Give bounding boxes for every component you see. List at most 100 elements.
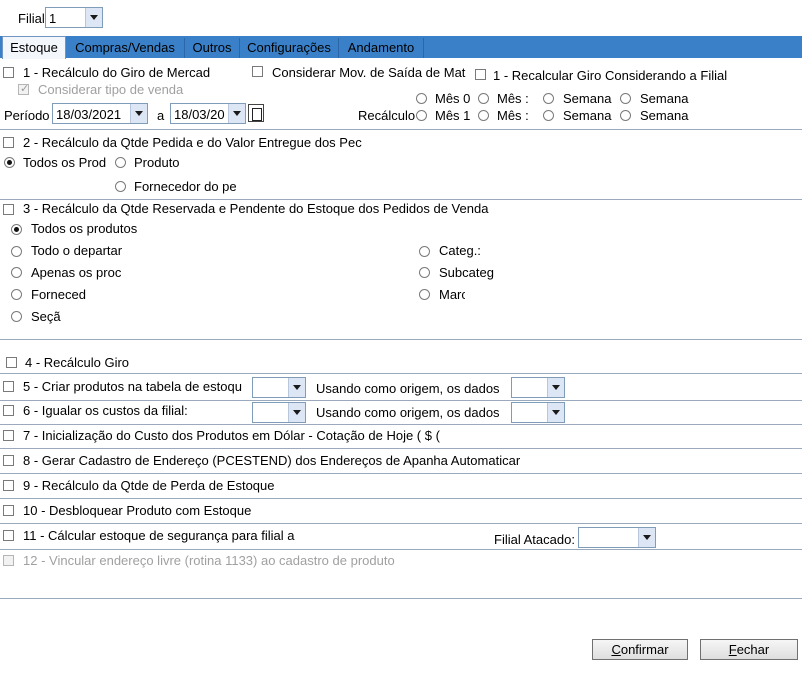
section3-subcategoria-label: Subcateg	[439, 265, 494, 280]
section3-secao-radio[interactable]	[11, 311, 22, 322]
section4-checkbox[interactable]	[6, 357, 17, 368]
section10-title: 10 - Desbloquear Produto com Estoque	[23, 503, 252, 518]
section11-checkbox[interactable]	[3, 530, 14, 541]
filial-label: Filial	[18, 11, 45, 26]
section12-checkbox[interactable]	[3, 555, 14, 566]
chevron-down-icon[interactable]	[85, 8, 102, 27]
radio-dot-icon	[7, 160, 12, 165]
fechar-accel: F	[728, 642, 737, 657]
section5-filial-select[interactable]	[252, 377, 306, 398]
section2-fornecedor-radio[interactable]	[115, 181, 126, 192]
chevron-down-icon[interactable]	[130, 104, 147, 123]
semana-a-radio[interactable]	[543, 93, 554, 104]
semana-a-label: Semana	[563, 91, 612, 106]
section6-title: 6 - Igualar os custos da filial:	[23, 403, 188, 418]
section2-title: 2 - Recálculo da Qtde Pedida e do Valor …	[23, 135, 362, 150]
tab-configuracoes[interactable]: Configurações	[240, 38, 339, 58]
section3-todos-radio[interactable]	[11, 224, 22, 235]
opt1-checkbox[interactable]	[3, 67, 14, 78]
section3-fornecedor-label: Forneced	[31, 287, 86, 302]
filial-atacado-label: Filial Atacado:	[494, 532, 575, 547]
section5-origem-select[interactable]	[511, 377, 565, 398]
section7-checkbox[interactable]	[3, 430, 14, 441]
section2-fornecedor-label: Fornecedor do pe	[134, 179, 237, 194]
tab-andamento[interactable]: Andamento	[339, 38, 424, 58]
section3-fornecedor-radio[interactable]	[11, 289, 22, 300]
confirmar-label: onfirmar	[620, 642, 669, 657]
mes0-radio[interactable]	[416, 93, 427, 104]
chevron-down-icon[interactable]	[288, 378, 305, 397]
semana-c-label: Semana	[640, 91, 689, 106]
semana-d-radio[interactable]	[620, 110, 631, 121]
divider	[0, 400, 802, 401]
section9-checkbox[interactable]	[3, 480, 14, 491]
mes1-radio[interactable]	[416, 110, 427, 121]
divider	[0, 549, 802, 550]
date-from-value: 18/03/2021	[56, 107, 122, 122]
calendar-icon[interactable]	[248, 104, 264, 122]
consider-mov-checkbox[interactable]	[252, 66, 263, 77]
confirmar-button[interactable]: Confirmar	[592, 639, 688, 660]
section10-checkbox[interactable]	[3, 505, 14, 516]
divider	[0, 129, 802, 130]
tab-compras-vendas[interactable]: Compras/Vendas	[66, 38, 185, 58]
filial-value: 1	[49, 11, 57, 26]
section2-checkbox[interactable]	[3, 137, 14, 148]
section6-filial-select[interactable]	[252, 402, 306, 423]
divider	[0, 498, 802, 499]
filial-select[interactable]: 1	[45, 7, 103, 28]
radio-dot-icon	[14, 227, 19, 232]
semana-d-label: Semana	[640, 108, 689, 123]
filial-atacado-select[interactable]	[578, 527, 656, 548]
fechar-button[interactable]: Fechar	[700, 639, 798, 660]
section3-categoria-label: Categ.:	[439, 243, 481, 258]
section5-checkbox[interactable]	[3, 381, 14, 392]
mes-a-label: Mês :	[497, 91, 529, 106]
periodo-label: Período	[4, 108, 50, 123]
section8-checkbox[interactable]	[3, 455, 14, 466]
recalc-filial-label: 1 - Recalcular Giro Considerando a Filia…	[493, 68, 728, 83]
divider	[0, 199, 802, 200]
section6-checkbox[interactable]	[3, 405, 14, 416]
consider-tipo-checkbox[interactable]: ✓	[18, 83, 30, 95]
section3-marca-label: Marc	[439, 287, 465, 302]
chevron-down-icon[interactable]	[288, 403, 305, 422]
section3-checkbox[interactable]	[3, 204, 14, 215]
consider-mov-label: Considerar Mov. de Saída de Mat	[272, 65, 466, 80]
section3-categoria-radio[interactable]	[419, 246, 430, 257]
date-to-picker[interactable]: 18/03/20	[170, 103, 246, 124]
section3-departamento-radio[interactable]	[11, 246, 22, 257]
check-icon: ✓	[20, 83, 30, 95]
chevron-down-icon[interactable]	[638, 528, 655, 547]
section2-todos-radio[interactable]	[4, 157, 15, 168]
divider	[0, 424, 802, 425]
tab-estoque[interactable]: Estoque	[2, 36, 66, 59]
section8-title: 8 - Gerar Cadastro de Endereço (PCESTEND…	[23, 453, 521, 468]
section3-apenas-radio[interactable]	[11, 267, 22, 278]
section3-subcategoria-radio[interactable]	[419, 267, 430, 278]
section6-origem-select[interactable]	[511, 402, 565, 423]
recalc-filial-checkbox[interactable]	[475, 69, 486, 80]
chevron-down-icon[interactable]	[228, 104, 245, 123]
section5-title: 5 - Criar produtos na tabela de estoqu	[23, 379, 242, 394]
date-to-value: 18/03/20	[174, 107, 225, 122]
section11-title: 11 - Cálcular estoque de segurança para …	[23, 528, 295, 543]
mes-a-radio[interactable]	[478, 93, 489, 104]
tab-bar: Estoque Compras/Vendas Outros Configuraç…	[0, 36, 802, 59]
chevron-down-icon[interactable]	[547, 378, 564, 397]
section5-origem-label: Usando como origem, os dados	[316, 381, 500, 396]
semana-c-radio[interactable]	[620, 93, 631, 104]
mes-b-radio[interactable]	[478, 110, 489, 121]
date-from-picker[interactable]: 18/03/2021	[52, 103, 148, 124]
section2-produto-radio[interactable]	[115, 157, 126, 168]
tab-outros[interactable]: Outros	[185, 38, 240, 58]
semana-b-radio[interactable]	[543, 110, 554, 121]
section2-todos-label: Todos os Prod	[23, 155, 107, 170]
divider	[0, 473, 802, 474]
divider	[0, 448, 802, 449]
section3-marca-radio[interactable]	[419, 289, 430, 300]
fechar-label: echar	[736, 642, 770, 657]
semana-b-label: Semana	[563, 108, 612, 123]
section12-title: 12 - Vincular endereço livre (rotina 113…	[23, 553, 395, 568]
chevron-down-icon[interactable]	[547, 403, 564, 422]
